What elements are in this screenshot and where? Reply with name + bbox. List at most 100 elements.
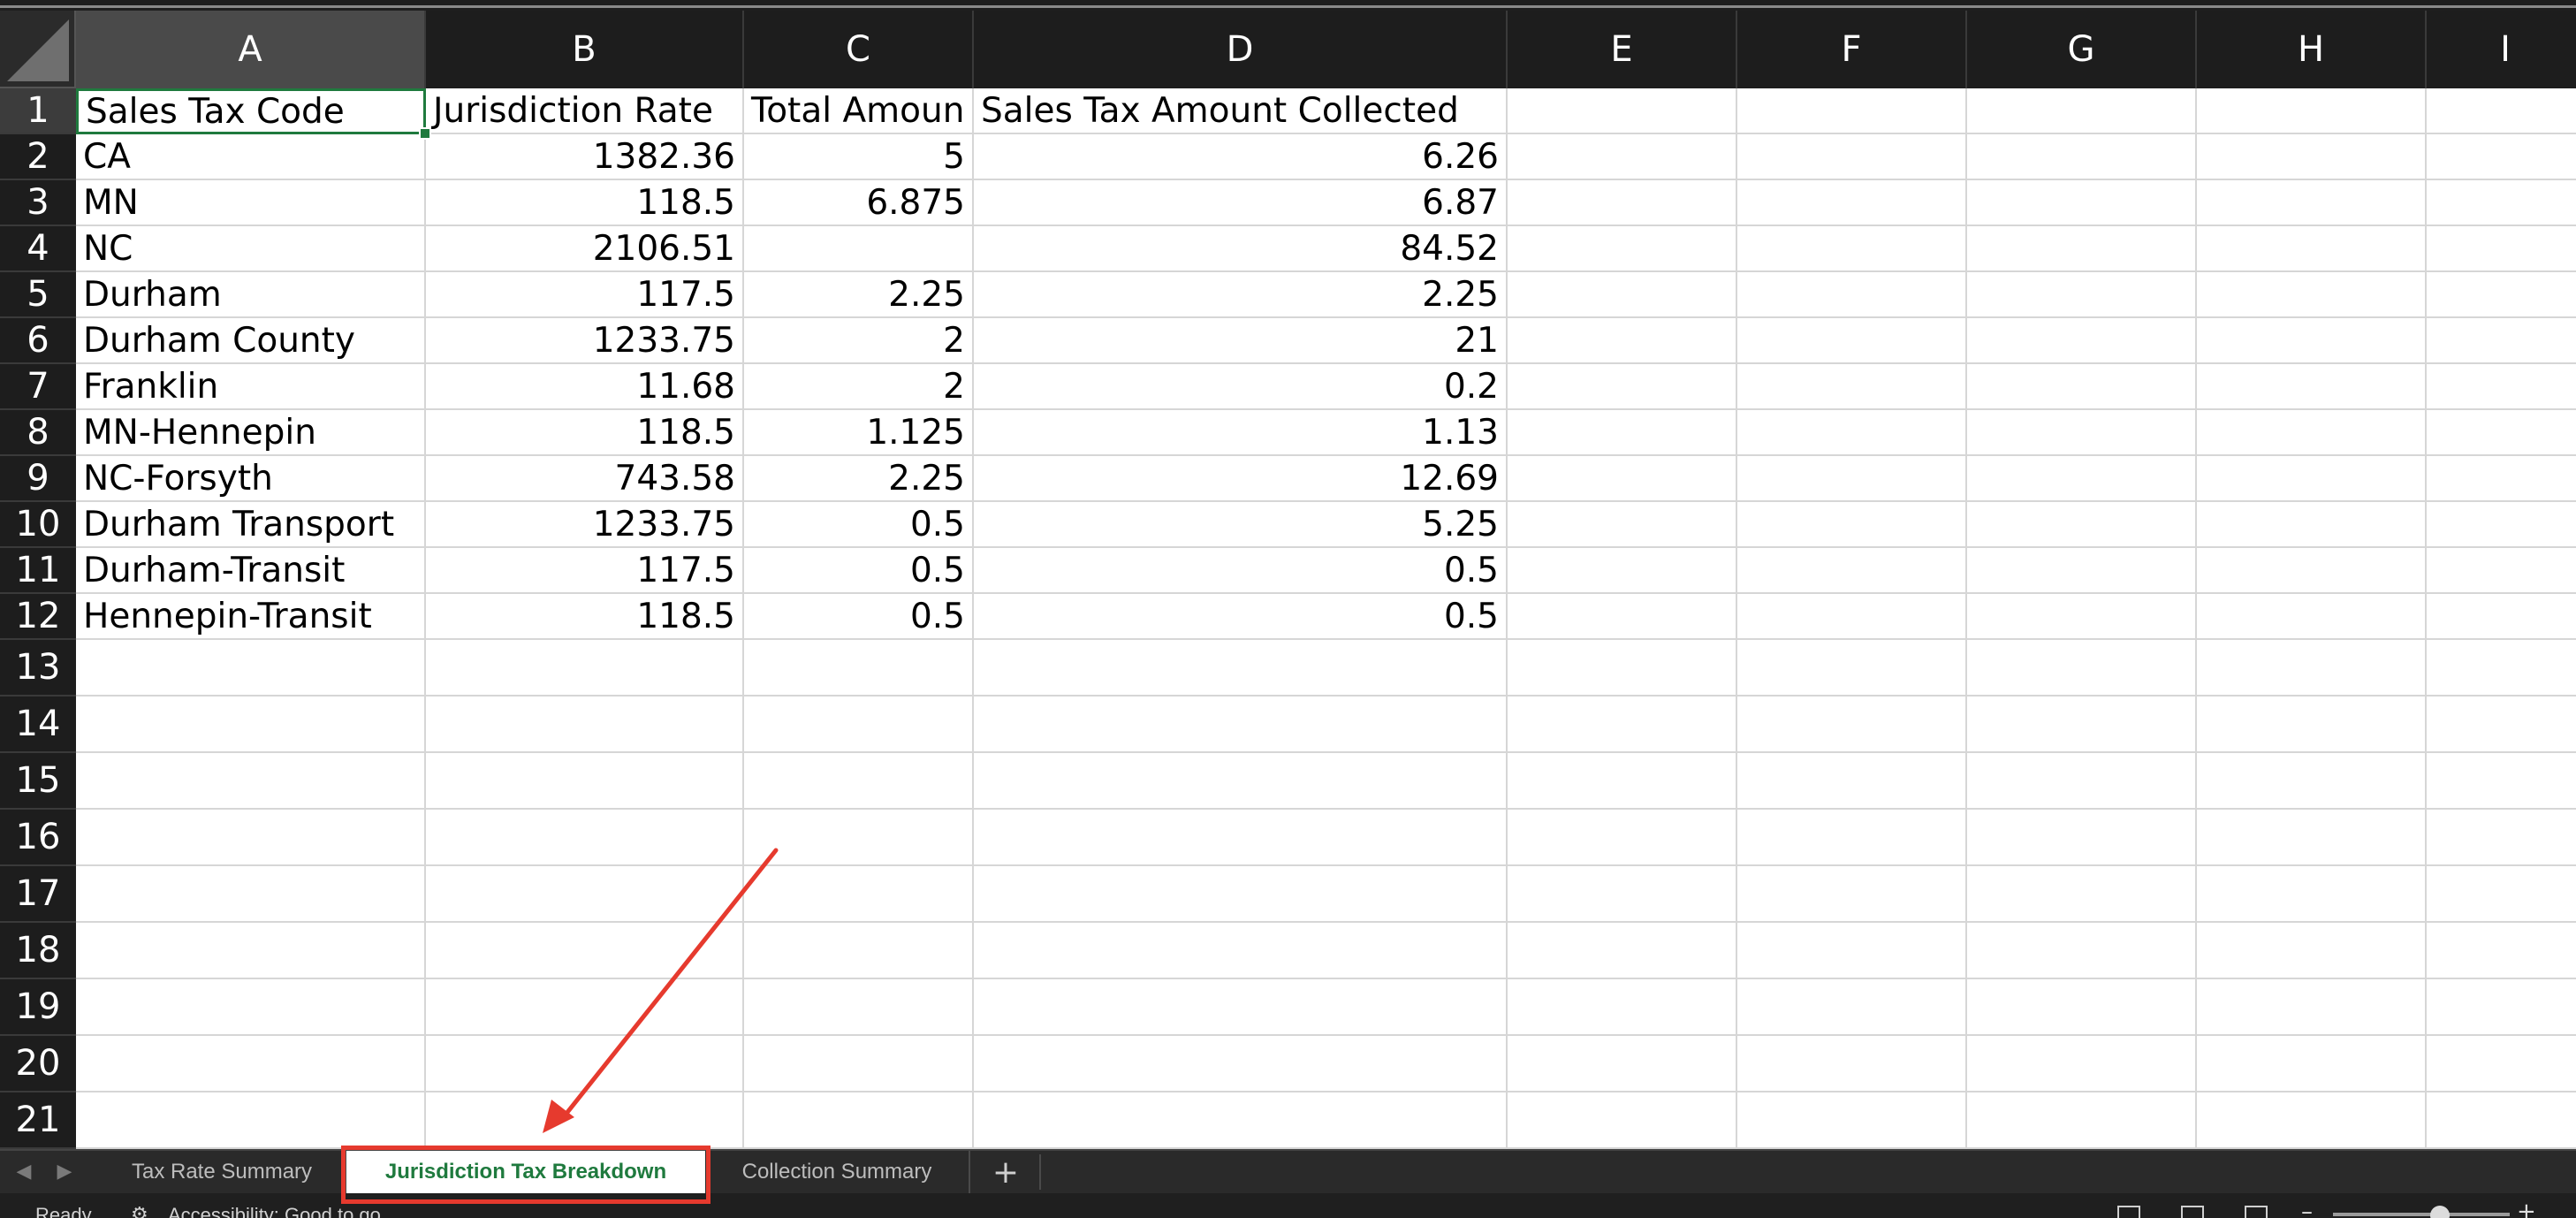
row-header-16[interactable]: 16	[0, 810, 76, 866]
accessibility-icon[interactable]: ⚙	[131, 1204, 148, 1218]
cell-b3[interactable]: 118.5	[426, 180, 744, 226]
row-header-11[interactable]: 11	[0, 548, 76, 594]
cell-f19[interactable]	[1737, 979, 1967, 1036]
cell-d14[interactable]	[974, 697, 1508, 753]
cell-c6[interactable]: 2	[744, 318, 974, 364]
cell-f1[interactable]	[1737, 88, 1967, 134]
cell-c3[interactable]: 6.875	[744, 180, 974, 226]
cell-a6[interactable]: Durham County	[76, 318, 426, 364]
add-sheet-button[interactable]: +	[986, 1154, 1025, 1191]
zoom-out-icon[interactable]: –	[2301, 1199, 2313, 1218]
cell-c12[interactable]: 0.5	[744, 594, 974, 640]
cell-a4[interactable]: NC	[76, 226, 426, 272]
cell-i16[interactable]	[2427, 810, 2576, 866]
cell-i18[interactable]	[2427, 923, 2576, 979]
cell-c4[interactable]	[744, 226, 974, 272]
row-header-9[interactable]: 9	[0, 456, 76, 502]
cell-e16[interactable]	[1508, 810, 1737, 866]
cell-e12[interactable]	[1508, 594, 1737, 640]
cell-b16[interactable]	[426, 810, 744, 866]
cell-d7[interactable]: 0.2	[974, 364, 1508, 410]
cell-d13[interactable]	[974, 640, 1508, 697]
cell-e5[interactable]	[1508, 272, 1737, 318]
cell-e17[interactable]	[1508, 866, 1737, 923]
cell-f16[interactable]	[1737, 810, 1967, 866]
column-header-e[interactable]: E	[1508, 11, 1737, 88]
row-header-6[interactable]: 6	[0, 318, 76, 364]
cell-a11[interactable]: Durham-Transit	[76, 548, 426, 594]
cell-a1[interactable]: Sales Tax Code	[76, 88, 426, 134]
cell-f17[interactable]	[1737, 866, 1967, 923]
cell-h15[interactable]	[2197, 753, 2427, 810]
cell-d1[interactable]: Sales Tax Amount Collected	[974, 88, 1508, 134]
cell-f18[interactable]	[1737, 923, 1967, 979]
cell-g16[interactable]	[1967, 810, 2197, 866]
cell-b10[interactable]: 1233.75	[426, 502, 744, 548]
cell-h20[interactable]	[2197, 1036, 2427, 1092]
sheet-tab-tax-rate-summary[interactable]: Tax Rate Summary	[99, 1151, 346, 1193]
cell-g21[interactable]	[1967, 1092, 2197, 1149]
cell-h3[interactable]	[2197, 180, 2427, 226]
cell-g15[interactable]	[1967, 753, 2197, 810]
cell-e1[interactable]	[1508, 88, 1737, 134]
cell-e14[interactable]	[1508, 697, 1737, 753]
cell-g19[interactable]	[1967, 979, 2197, 1036]
row-header-5[interactable]: 5	[0, 272, 76, 318]
row-header-19[interactable]: 19	[0, 979, 76, 1036]
cell-g7[interactable]	[1967, 364, 2197, 410]
cell-h11[interactable]	[2197, 548, 2427, 594]
cell-e18[interactable]	[1508, 923, 1737, 979]
cell-b4[interactable]: 2106.51	[426, 226, 744, 272]
cell-h1[interactable]	[2197, 88, 2427, 134]
cell-a13[interactable]	[76, 640, 426, 697]
column-header-b[interactable]: B	[426, 11, 744, 88]
cell-g1[interactable]	[1967, 88, 2197, 134]
cell-i3[interactable]	[2427, 180, 2576, 226]
cell-c10[interactable]: 0.5	[744, 502, 974, 548]
cell-a17[interactable]	[76, 866, 426, 923]
cell-c11[interactable]: 0.5	[744, 548, 974, 594]
zoom-slider-track[interactable]	[2333, 1213, 2510, 1216]
cell-i2[interactable]	[2427, 134, 2576, 180]
cell-g14[interactable]	[1967, 697, 2197, 753]
cell-g18[interactable]	[1967, 923, 2197, 979]
cell-f15[interactable]	[1737, 753, 1967, 810]
cell-g5[interactable]	[1967, 272, 2197, 318]
cell-f5[interactable]	[1737, 272, 1967, 318]
cell-h21[interactable]	[2197, 1092, 2427, 1149]
row-header-21[interactable]: 21	[0, 1092, 76, 1149]
cell-h13[interactable]	[2197, 640, 2427, 697]
cell-b18[interactable]	[426, 923, 744, 979]
cell-i6[interactable]	[2427, 318, 2576, 364]
cell-b17[interactable]	[426, 866, 744, 923]
cell-c7[interactable]: 2	[744, 364, 974, 410]
cell-h2[interactable]	[2197, 134, 2427, 180]
cell-h19[interactable]	[2197, 979, 2427, 1036]
cell-e4[interactable]	[1508, 226, 1737, 272]
cell-i15[interactable]	[2427, 753, 2576, 810]
cell-f11[interactable]	[1737, 548, 1967, 594]
cell-g4[interactable]	[1967, 226, 2197, 272]
cell-e21[interactable]	[1508, 1092, 1737, 1149]
cell-h9[interactable]	[2197, 456, 2427, 502]
cell-g10[interactable]	[1967, 502, 2197, 548]
column-header-f[interactable]: F	[1737, 11, 1967, 88]
chevron-right-icon[interactable]: ▶	[51, 1158, 78, 1184]
cell-c5[interactable]: 2.25	[744, 272, 974, 318]
cell-i9[interactable]	[2427, 456, 2576, 502]
cell-a12[interactable]: Hennepin-Transit	[76, 594, 426, 640]
cell-b15[interactable]	[426, 753, 744, 810]
status-accessibility[interactable]: Accessibility: Good to go	[168, 1204, 381, 1218]
cell-a21[interactable]	[76, 1092, 426, 1149]
cell-b13[interactable]	[426, 640, 744, 697]
cell-a20[interactable]	[76, 1036, 426, 1092]
cell-e8[interactable]	[1508, 410, 1737, 456]
cell-f3[interactable]	[1737, 180, 1967, 226]
cell-b7[interactable]: 11.68	[426, 364, 744, 410]
cell-g12[interactable]	[1967, 594, 2197, 640]
cell-g3[interactable]	[1967, 180, 2197, 226]
row-header-20[interactable]: 20	[0, 1036, 76, 1092]
row-header-18[interactable]: 18	[0, 923, 76, 979]
column-header-g[interactable]: G	[1967, 11, 2197, 88]
cell-g8[interactable]	[1967, 410, 2197, 456]
